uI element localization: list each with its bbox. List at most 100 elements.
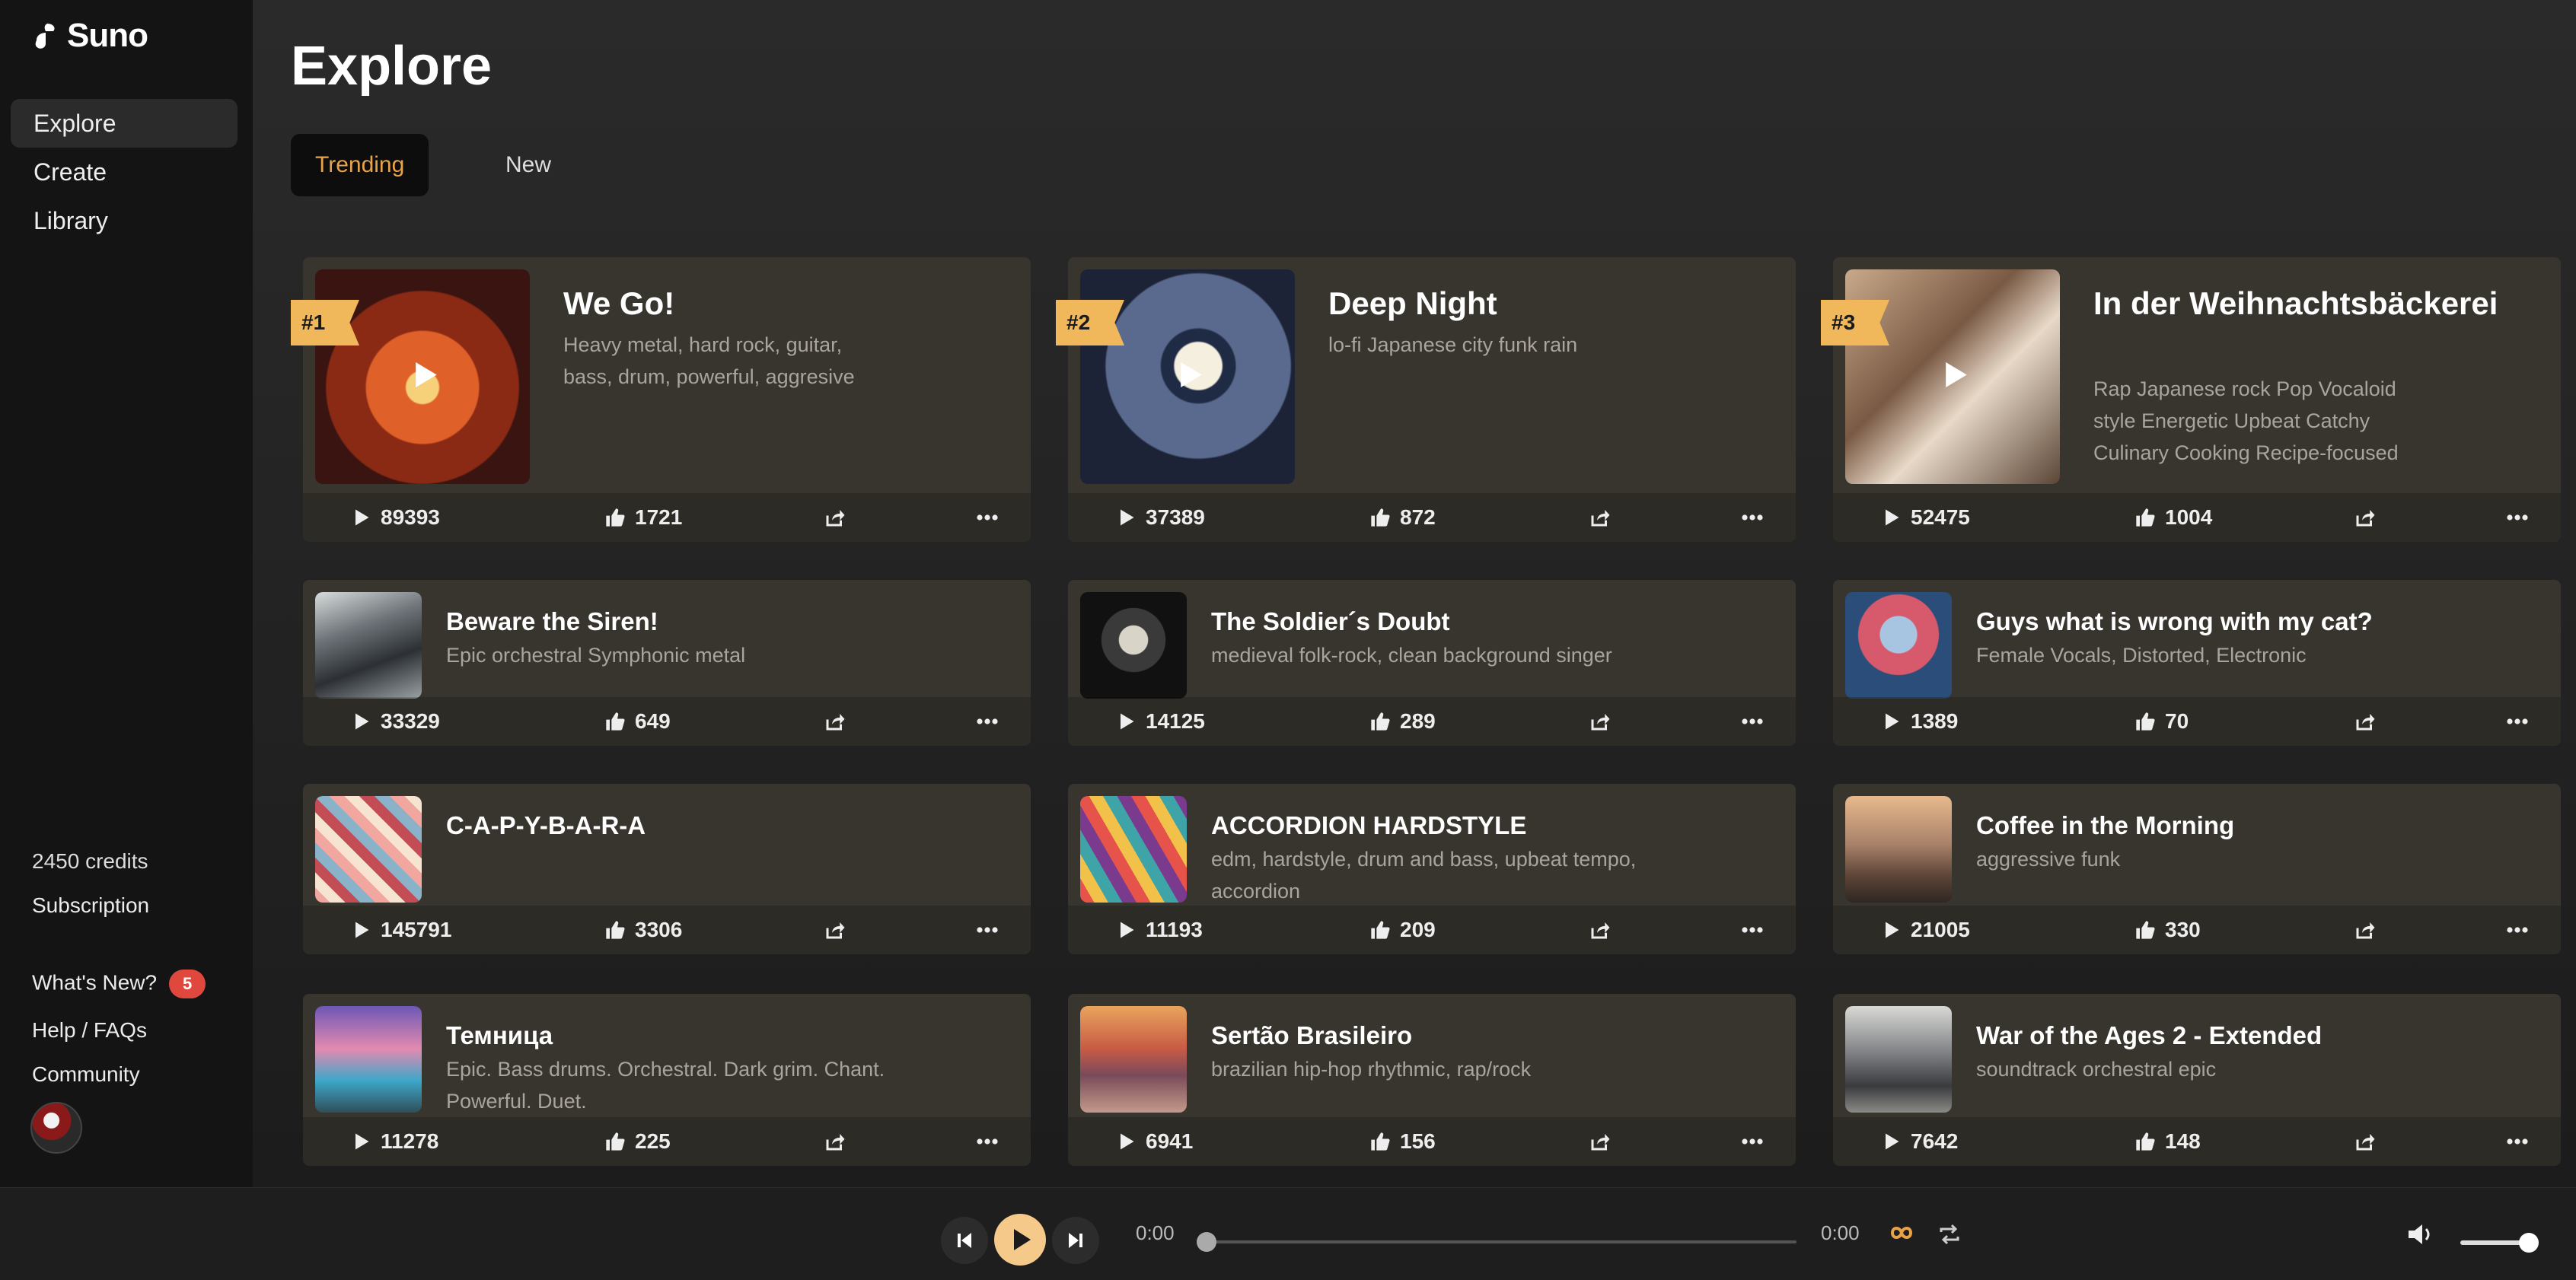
whats-new-link[interactable]: What's New? 5: [32, 970, 206, 998]
play-count[interactable]: 11278: [350, 1117, 438, 1166]
song-card[interactable]: Beware the Siren! Epic orchestral Sympho…: [303, 580, 1031, 746]
song-title[interactable]: We Go!: [563, 282, 990, 326]
song-cover[interactable]: [315, 1006, 422, 1113]
song-title[interactable]: Guys what is wrong with my cat?: [1976, 607, 2373, 636]
share-button[interactable]: [1589, 906, 1612, 954]
share-button[interactable]: [2354, 1117, 2377, 1166]
song-title[interactable]: Темница: [446, 1021, 553, 1050]
featured-song-card[interactable]: We Go! Heavy metal, hard rock, guitar, b…: [303, 257, 1031, 542]
song-card[interactable]: C-A-P-Y-B-A-R-A 145791 3306: [303, 784, 1031, 954]
share-button[interactable]: [824, 697, 846, 746]
like-count[interactable]: 209: [1369, 906, 1436, 954]
song-title[interactable]: The Soldier´s Doubt: [1211, 607, 1450, 636]
nav-explore[interactable]: Explore: [11, 99, 238, 148]
cover-play-button[interactable]: [407, 358, 441, 396]
share-button[interactable]: [1589, 697, 1612, 746]
infinity-icon[interactable]: [1886, 1221, 1917, 1244]
like-count[interactable]: 156: [1369, 1117, 1436, 1166]
song-card[interactable]: Sertão Brasileiro brazilian hip-hop rhyt…: [1068, 994, 1796, 1166]
song-card[interactable]: Coffee in the Morning aggressive funk 21…: [1833, 784, 2561, 954]
previous-button[interactable]: [941, 1217, 988, 1264]
more-button[interactable]: [2506, 1117, 2529, 1166]
featured-song-card[interactable]: Deep Night lo-fi Japanese city funk rain…: [1068, 257, 1796, 542]
share-button[interactable]: [1589, 1117, 1612, 1166]
featured-song-card[interactable]: In der Weihnachtsbäckerei Rap Japanese r…: [1833, 257, 2561, 542]
play-count[interactable]: 52475: [1880, 493, 1970, 542]
share-button[interactable]: [1589, 493, 1612, 542]
song-title[interactable]: Sertão Brasileiro: [1211, 1021, 1412, 1050]
like-count[interactable]: 1721: [604, 493, 682, 542]
logo[interactable]: Suno: [30, 17, 148, 55]
subscription-link[interactable]: Subscription: [32, 893, 149, 918]
more-button[interactable]: [1741, 906, 1764, 954]
play-count[interactable]: 37389: [1115, 493, 1205, 542]
progress-thumb[interactable]: [1197, 1232, 1216, 1252]
cover-play-button[interactable]: [1937, 358, 1971, 396]
song-card[interactable]: ACCORDION HARDSTYLE edm, hardstyle, drum…: [1068, 784, 1796, 954]
song-card[interactable]: War of the Ages 2 - Extended soundtrack …: [1833, 994, 2561, 1166]
song-title[interactable]: Coffee in the Morning: [1976, 811, 2234, 840]
song-title[interactable]: Beware the Siren!: [446, 607, 658, 636]
song-title[interactable]: ACCORDION HARDSTYLE: [1211, 811, 1526, 840]
play-count[interactable]: 11193: [1115, 906, 1203, 954]
play-count[interactable]: 1389: [1880, 697, 1958, 746]
more-button[interactable]: [1741, 1117, 1764, 1166]
more-button[interactable]: [2506, 697, 2529, 746]
song-title[interactable]: War of the Ages 2 - Extended: [1976, 1021, 2322, 1050]
song-title[interactable]: In der Weihnachtsbäckerei: [2093, 282, 2520, 326]
more-button[interactable]: [2506, 493, 2529, 542]
share-button[interactable]: [2354, 697, 2377, 746]
song-title[interactable]: Deep Night: [1328, 282, 1755, 326]
song-card[interactable]: Guys what is wrong with my cat? Female V…: [1833, 580, 2561, 746]
more-button[interactable]: [976, 906, 999, 954]
more-button[interactable]: [976, 493, 999, 542]
like-count[interactable]: 70: [2134, 697, 2189, 746]
song-cover[interactable]: [1080, 796, 1187, 903]
share-button[interactable]: [824, 906, 846, 954]
song-cover[interactable]: [1845, 796, 1952, 903]
tab-trending[interactable]: Trending: [291, 134, 429, 196]
song-cover[interactable]: [315, 796, 422, 903]
play-count[interactable]: 21005: [1880, 906, 1970, 954]
more-button[interactable]: [1741, 493, 1764, 542]
community-link[interactable]: Community: [32, 1062, 140, 1087]
like-count[interactable]: 225: [604, 1117, 671, 1166]
like-count[interactable]: 289: [1369, 697, 1436, 746]
like-count[interactable]: 872: [1369, 493, 1436, 542]
play-count[interactable]: 145791: [350, 906, 451, 954]
more-button[interactable]: [976, 697, 999, 746]
tab-new[interactable]: New: [481, 134, 575, 196]
like-count[interactable]: 649: [604, 697, 671, 746]
volume-icon[interactable]: [2405, 1221, 2436, 1247]
song-cover[interactable]: [1845, 1006, 1952, 1113]
play-count[interactable]: 89393: [350, 493, 440, 542]
song-title[interactable]: C-A-P-Y-B-A-R-A: [446, 811, 646, 840]
play-count[interactable]: 14125: [1115, 697, 1205, 746]
share-button[interactable]: [2354, 906, 2377, 954]
cover-play-button[interactable]: [1172, 358, 1206, 396]
song-cover[interactable]: [1080, 1006, 1187, 1113]
next-button[interactable]: [1052, 1217, 1099, 1264]
volume-slider[interactable]: [2460, 1233, 2539, 1253]
play-count[interactable]: 7642: [1880, 1117, 1958, 1166]
like-count[interactable]: 1004: [2134, 493, 2212, 542]
song-card[interactable]: Темница Epic. Bass drums. Orchestral. Da…: [303, 994, 1031, 1166]
progress-bar[interactable]: [1197, 1232, 1797, 1252]
like-count[interactable]: 330: [2134, 906, 2201, 954]
share-button[interactable]: [824, 1117, 846, 1166]
song-card[interactable]: The Soldier´s Doubt medieval folk-rock, …: [1068, 580, 1796, 746]
song-cover[interactable]: [1845, 592, 1952, 699]
more-button[interactable]: [976, 1117, 999, 1166]
play-count[interactable]: 6941: [1115, 1117, 1193, 1166]
like-count[interactable]: 3306: [604, 906, 682, 954]
share-button[interactable]: [824, 493, 846, 542]
share-button[interactable]: [2354, 493, 2377, 542]
like-count[interactable]: 148: [2134, 1117, 2201, 1166]
play-count[interactable]: 33329: [350, 697, 440, 746]
play-button[interactable]: [994, 1214, 1046, 1266]
nav-library[interactable]: Library: [11, 196, 238, 245]
help-link[interactable]: Help / FAQs: [32, 1018, 147, 1043]
repeat-icon[interactable]: [1937, 1221, 1962, 1247]
user-avatar[interactable]: [30, 1102, 82, 1154]
song-cover[interactable]: [1080, 592, 1187, 699]
